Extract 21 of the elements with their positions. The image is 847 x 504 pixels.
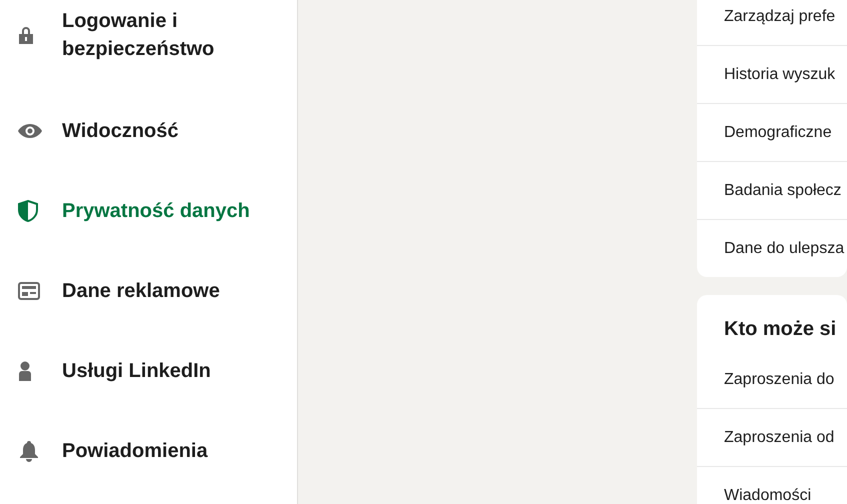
bell-icon [18,440,40,462]
shield-icon [18,200,38,222]
sidebar-item[interactable]: Powiadomienia [0,411,290,491]
settings-link[interactable]: Badania społecz [697,161,847,219]
settings-link[interactable]: Dane do ulepsza [697,219,847,277]
settings-link[interactable]: Zaproszenia do [697,351,847,408]
lock-icon [18,25,34,45]
sidebar-item[interactable]: Prywatność danych [0,171,290,251]
settings-link[interactable]: Wiadomości [697,466,847,504]
sidebar-item[interactable]: Logowanie i bezpieczeństwo [0,4,290,66]
settings-link[interactable]: Historia wyszuk [697,45,847,103]
newspaper-icon [18,282,40,300]
settings-link[interactable]: Zarządzaj prefe [697,0,847,45]
eye-icon [18,124,42,138]
person-icon [18,361,32,381]
sidebar-item[interactable]: Widoczność [0,91,290,171]
settings-link[interactable]: Demograficzne [697,103,847,161]
sidebar-item[interactable]: Dane reklamowe [0,251,290,331]
sidebar-item[interactable]: Usługi LinkedIn [0,331,290,411]
settings-link[interactable]: Zaproszenia od [697,408,847,466]
card-title: Kto może si [723,317,838,342]
